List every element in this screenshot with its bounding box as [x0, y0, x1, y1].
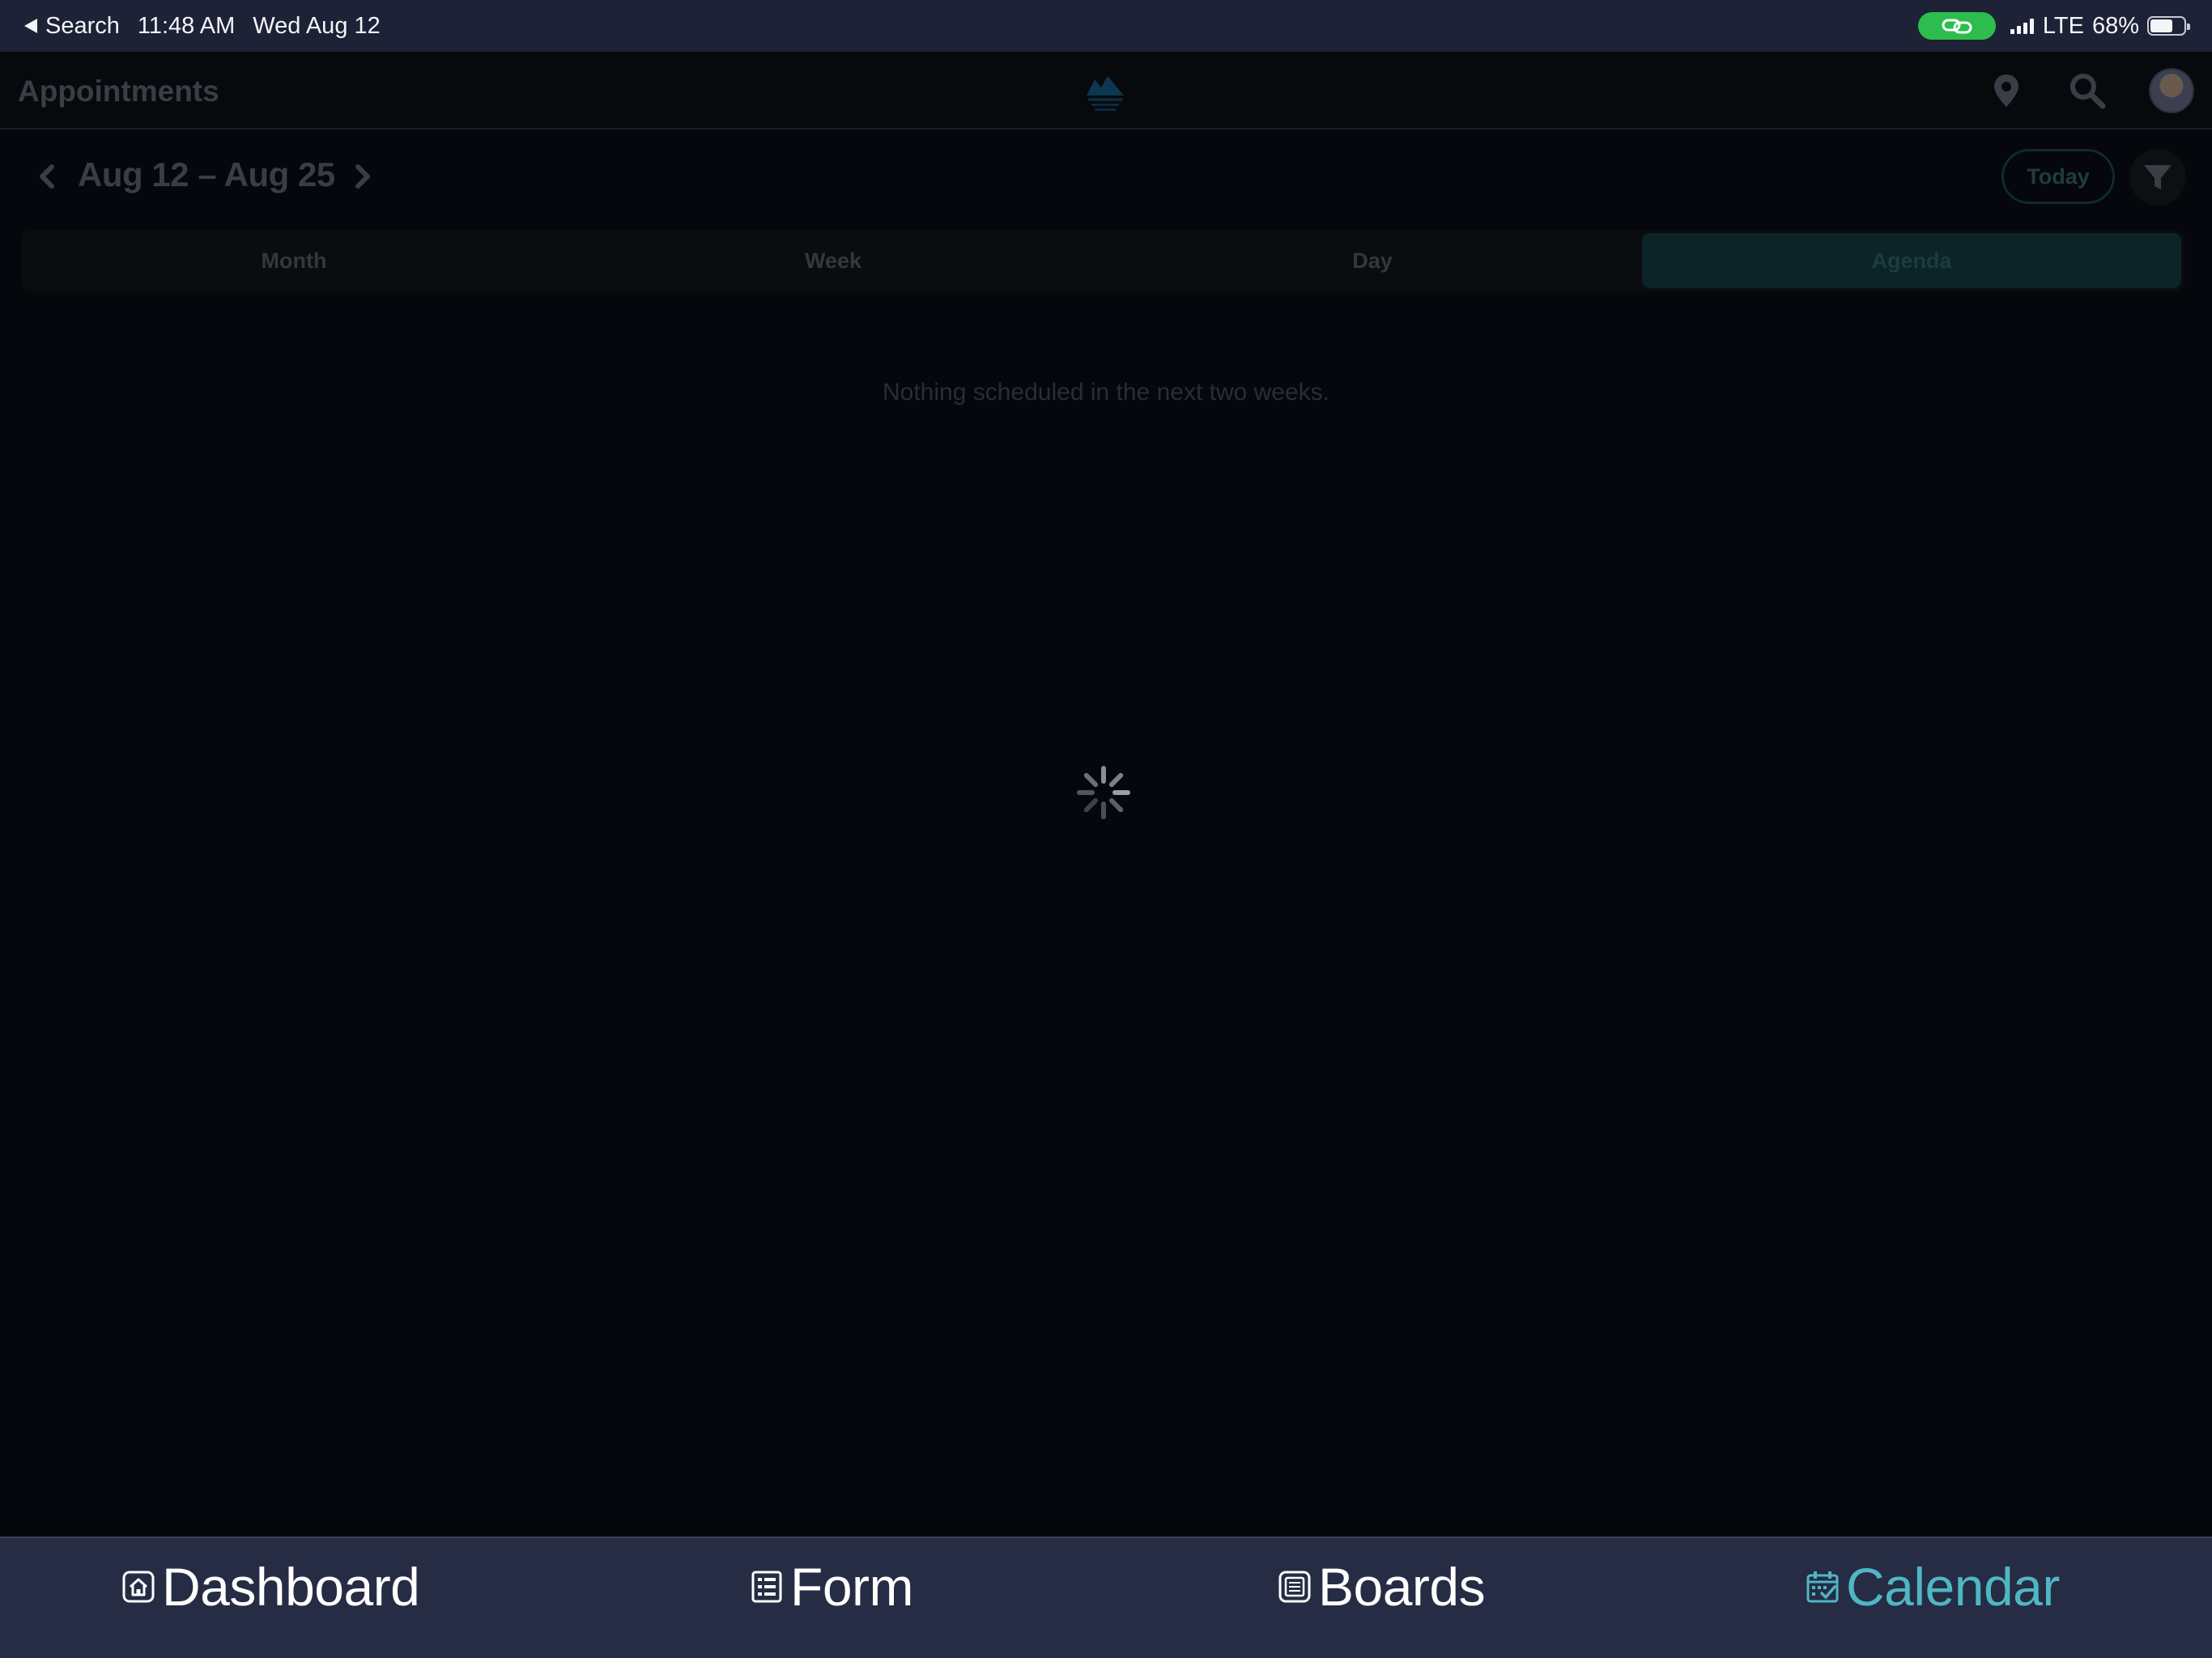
home-icon — [122, 1571, 155, 1603]
boards-icon — [1278, 1571, 1311, 1603]
tab-day[interactable]: Day — [1103, 233, 1642, 288]
chevron-left-icon[interactable] — [31, 160, 63, 193]
date-range-label: Aug 12 – Aug 25 — [78, 155, 335, 193]
tab-bar-label: Calendar — [1846, 1557, 2060, 1617]
tab-week[interactable]: Week — [564, 233, 1103, 288]
tab-month[interactable]: Month — [24, 233, 564, 288]
status-bar: Search 11:48 AM Wed Aug 12 LTE 68% — [0, 0, 2212, 52]
tab-agenda[interactable]: Agenda — [1642, 233, 2181, 288]
battery-percent: 68% — [2091, 12, 2139, 39]
signal-bars-icon — [2010, 18, 2036, 34]
range-bar: Aug 12 – Aug 25 Today — [0, 131, 2212, 220]
network-label: LTE — [2042, 12, 2084, 39]
tab-bar-label: Boards — [1318, 1557, 1486, 1617]
page-title: Appointments — [18, 74, 219, 108]
filter-button[interactable] — [2129, 149, 2186, 206]
empty-state-message: Nothing scheduled in the next two weeks. — [883, 379, 1329, 406]
location-pin-icon[interactable] — [1985, 70, 2027, 112]
view-tabs: Month Week Day Agenda — [21, 230, 2184, 291]
status-left: Search 11:48 AM Wed Aug 12 — [24, 11, 381, 40]
link-pill — [1917, 12, 1996, 40]
status-right: LTE 68% — [1917, 11, 2190, 40]
tab-bar-calendar[interactable]: Calendar — [1806, 1554, 2060, 1619]
tab-bar-boards[interactable]: Boards — [1278, 1554, 1486, 1619]
status-date: Wed Aug 12 — [253, 12, 381, 39]
app-header: Appointments — [0, 52, 2212, 130]
company-logo — [1087, 76, 1124, 111]
link-icon — [1942, 19, 1972, 34]
battery-icon — [2147, 16, 2190, 36]
tab-bar-dashboard[interactable]: Dashboard — [121, 1554, 420, 1619]
filter-icon — [2144, 165, 2172, 189]
calendar-check-icon — [1806, 1571, 1839, 1603]
today-button[interactable]: Today — [2001, 149, 2115, 204]
form-icon — [751, 1571, 782, 1603]
search-icon[interactable] — [2066, 70, 2108, 112]
tab-bar-label: Dashboard — [162, 1557, 420, 1617]
status-time: 11:48 AM — [137, 12, 236, 39]
avatar[interactable] — [2149, 68, 2194, 113]
back-arrow-icon[interactable] — [24, 19, 37, 33]
tab-bar-label: Form — [790, 1557, 913, 1617]
tab-bar-form[interactable]: Form — [750, 1554, 913, 1619]
loading-spinner-icon — [1077, 766, 1130, 819]
chevron-right-icon[interactable] — [347, 160, 379, 193]
bottom-tab-bar: Dashboard Form Boards Calendar — [0, 1537, 2212, 1658]
back-to-search-link[interactable]: Search — [45, 13, 120, 40]
battery-fill — [2150, 19, 2173, 32]
